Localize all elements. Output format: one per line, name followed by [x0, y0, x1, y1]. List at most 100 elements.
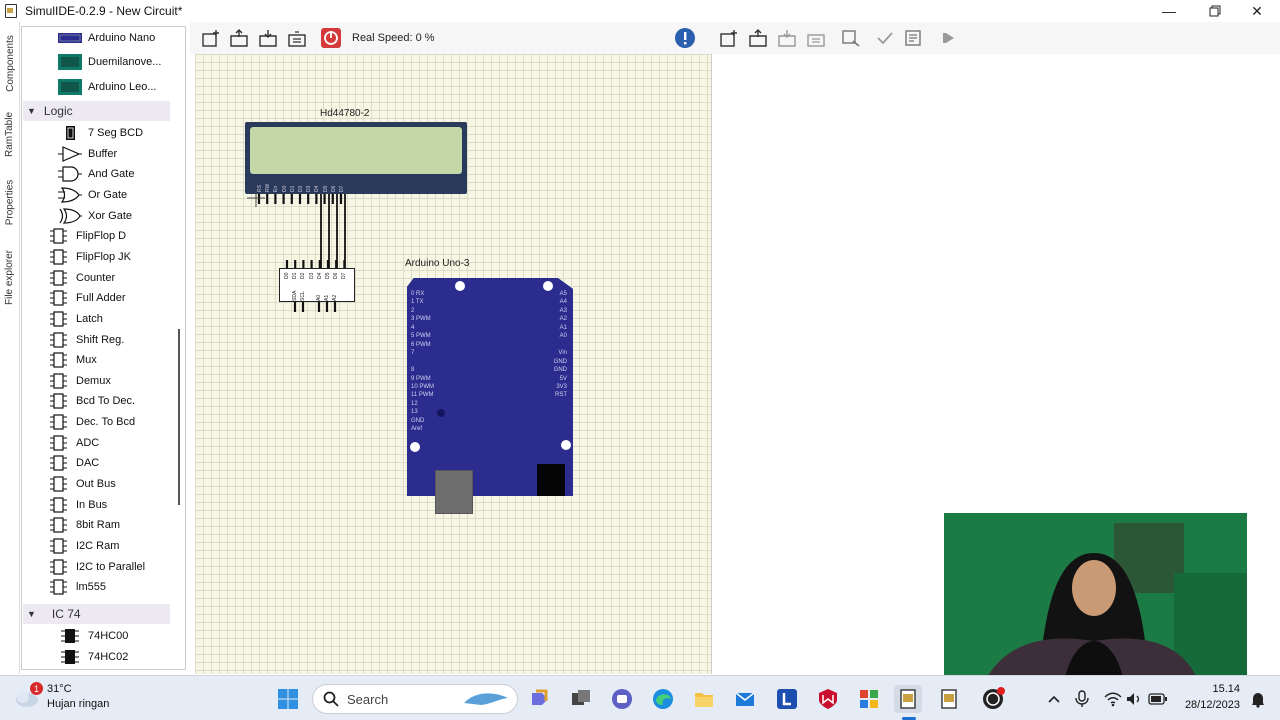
- arduino-pin-label[interactable]: 12: [411, 400, 418, 409]
- debug-button[interactable]: [938, 28, 960, 48]
- arduino-pin-label[interactable]: 5V: [560, 375, 567, 384]
- component-adc[interactable]: ADC: [46, 433, 99, 453]
- save-code-as-button[interactable]: [805, 28, 827, 48]
- tab-properties[interactable]: Properties: [2, 172, 18, 232]
- component-full-adder[interactable]: Full Adder: [46, 288, 126, 308]
- start-button[interactable]: [274, 685, 302, 713]
- store-taskbar-icon[interactable]: [855, 685, 883, 713]
- arduino-pin-label[interactable]: 13: [411, 408, 418, 417]
- new-code-button[interactable]: [718, 28, 740, 48]
- arduino-pin-label[interactable]: A2: [560, 315, 567, 324]
- close-button[interactable]: ✕: [1234, 0, 1280, 22]
- arduino-pin-label[interactable]: 3V3: [556, 383, 567, 392]
- arduino-pin-label[interactable]: Aref: [411, 425, 422, 434]
- arduino-pin-label[interactable]: GND: [411, 417, 424, 426]
- arduino-pin-label[interactable]: 3 PWM: [411, 315, 431, 324]
- arduino-pin-label[interactable]: 1 TX: [411, 298, 424, 307]
- component-latch[interactable]: Latch: [46, 309, 103, 329]
- component-8bit-ram[interactable]: 8bit Ram: [46, 515, 120, 535]
- simulide-taskbar-icon[interactable]: [894, 685, 922, 713]
- arduino-pin-label[interactable]: 5 PWM: [411, 332, 431, 341]
- arduino-pin-label[interactable]: 6 PWM: [411, 341, 431, 350]
- arduino-pin-label[interactable]: 4: [411, 324, 414, 333]
- clock-date[interactable]: 28/12/2023: [1180, 699, 1240, 711]
- component-74hc02[interactable]: 74HC02: [58, 647, 128, 667]
- i2c-to-parallel-chip[interactable]: D0 D1 D2 D3 D4 D5 D6 D7 SDA SCL A0 A1 A2: [279, 268, 355, 302]
- copilot-taskbar-icon[interactable]: [526, 685, 554, 713]
- component-demux[interactable]: Demux: [46, 371, 111, 391]
- clock-time[interactable]: 15.14: [1180, 683, 1240, 695]
- arduino-pin-label[interactable]: 7: [411, 349, 414, 358]
- component-dac[interactable]: DAC: [46, 453, 99, 473]
- category-logic[interactable]: ▼ Logic: [23, 101, 170, 121]
- arduino-pin-label[interactable]: Vin: [558, 349, 567, 358]
- component-or-gate[interactable]: Or Gate: [58, 185, 127, 205]
- arduino-pin-label[interactable]: RST: [555, 391, 567, 400]
- maximize-button[interactable]: [1192, 0, 1238, 22]
- open-circuit-button[interactable]: [228, 28, 250, 48]
- circuit-canvas[interactable]: Hd44780-2 RS RW En D0 D1 D2 D3 D4 D5 D6 D7 D0 D1 D2 D…: [195, 54, 712, 674]
- arduino-pin-label[interactable]: 0 RX: [411, 290, 424, 299]
- arduino-pin-label[interactable]: 11 PWM: [411, 391, 434, 400]
- arduino-pin-label[interactable]: 2: [411, 307, 414, 316]
- arduino-pin-label[interactable]: GND: [554, 358, 567, 367]
- arduino-pin-label[interactable]: A1: [560, 324, 567, 333]
- tab-file-explorer[interactable]: File explorer: [2, 242, 18, 312]
- arduino-pin-label[interactable]: 9 PWM: [411, 375, 431, 384]
- component-and-gate[interactable]: And Gate: [58, 164, 134, 184]
- mcafee-taskbar-icon[interactable]: [814, 685, 842, 713]
- arduino-pin-label[interactable]: A4: [560, 298, 567, 307]
- component-duemilanove[interactable]: Duemilanove...: [58, 52, 161, 72]
- open-code-button[interactable]: [747, 28, 769, 48]
- weather-widget[interactable]: 1: [14, 682, 43, 710]
- arduino-pin-label[interactable]: 8: [411, 366, 414, 375]
- component-buffer[interactable]: Buffer: [58, 144, 117, 164]
- new-circuit-button[interactable]: [200, 28, 222, 48]
- arduino-pin-label[interactable]: A0: [560, 332, 567, 341]
- minimize-button[interactable]: —: [1146, 0, 1192, 22]
- component-counter[interactable]: Counter: [46, 268, 115, 288]
- taskbar-search[interactable]: Search: [312, 684, 518, 714]
- component-i2c-ram[interactable]: I2C Ram: [46, 536, 119, 556]
- upload-button[interactable]: [903, 28, 925, 48]
- tab-components[interactable]: Components: [2, 28, 18, 98]
- power-button[interactable]: [320, 28, 342, 48]
- component-74hc00[interactable]: 74HC00: [58, 626, 128, 646]
- tab-ramtable[interactable]: RamTable: [2, 106, 18, 162]
- component-i2c-to-parallel[interactable]: I2C to Parallel: [46, 557, 145, 577]
- category-ic74[interactable]: ▼ IC 74: [23, 604, 170, 624]
- launcher-taskbar-icon[interactable]: [773, 685, 801, 713]
- arduino-pin-label[interactable]: GND: [554, 366, 567, 375]
- component-xor-gate[interactable]: Xor Gate: [58, 206, 132, 226]
- arduino-uno-board[interactable]: 0 RX 1 TX 2 3 PWM 4 5 PWM 6 PWM 7 8 9 PWM 10 PWM 11…: [407, 278, 573, 496]
- component-arduino-leonardo[interactable]: Arduino Leo...: [58, 77, 157, 97]
- teams-taskbar-icon[interactable]: [608, 685, 636, 713]
- arduino-pin-label[interactable]: 10 PWM: [411, 383, 434, 392]
- simulide-second-taskbar-icon[interactable]: [935, 685, 963, 713]
- component-out-bus[interactable]: Out Bus: [46, 474, 116, 494]
- save-as-button[interactable]: [286, 28, 308, 48]
- component-mux[interactable]: Mux: [46, 350, 97, 370]
- component-in-bus[interactable]: In Bus: [46, 495, 107, 515]
- component-flipflop-jk[interactable]: FlipFlop JK: [46, 247, 131, 267]
- component-7-seg-bcd[interactable]: 7 Seg BCD: [58, 123, 143, 143]
- tray-overflow-button[interactable]: [1040, 685, 1068, 713]
- edge-taskbar-icon[interactable]: [649, 685, 677, 713]
- compile-button[interactable]: [874, 28, 896, 48]
- component-dec-to-bcd[interactable]: Dec. To Bcd: [46, 412, 135, 432]
- file-explorer-taskbar-icon[interactable]: [690, 685, 718, 713]
- component-bcd-to-dec[interactable]: Bcd To Dec.: [46, 391, 135, 411]
- panel-scrollbar[interactable]: [178, 329, 180, 505]
- arduino-pin-label[interactable]: A5: [560, 290, 567, 299]
- find-button[interactable]: [840, 28, 862, 48]
- component-shift-reg[interactable]: Shift Reg.: [46, 330, 124, 350]
- task-view-icon[interactable]: [567, 685, 595, 713]
- save-circuit-button[interactable]: [257, 28, 279, 48]
- component-lm555[interactable]: lm555: [46, 577, 106, 597]
- notifications-button[interactable]: [1244, 685, 1272, 713]
- arduino-pin-label[interactable]: A3: [560, 307, 567, 316]
- mail-taskbar-icon[interactable]: [731, 685, 759, 713]
- save-code-button[interactable]: [776, 28, 798, 48]
- obs-taskbar-icon[interactable]: [979, 685, 1007, 713]
- microphone-tray-icon[interactable]: [1068, 685, 1096, 713]
